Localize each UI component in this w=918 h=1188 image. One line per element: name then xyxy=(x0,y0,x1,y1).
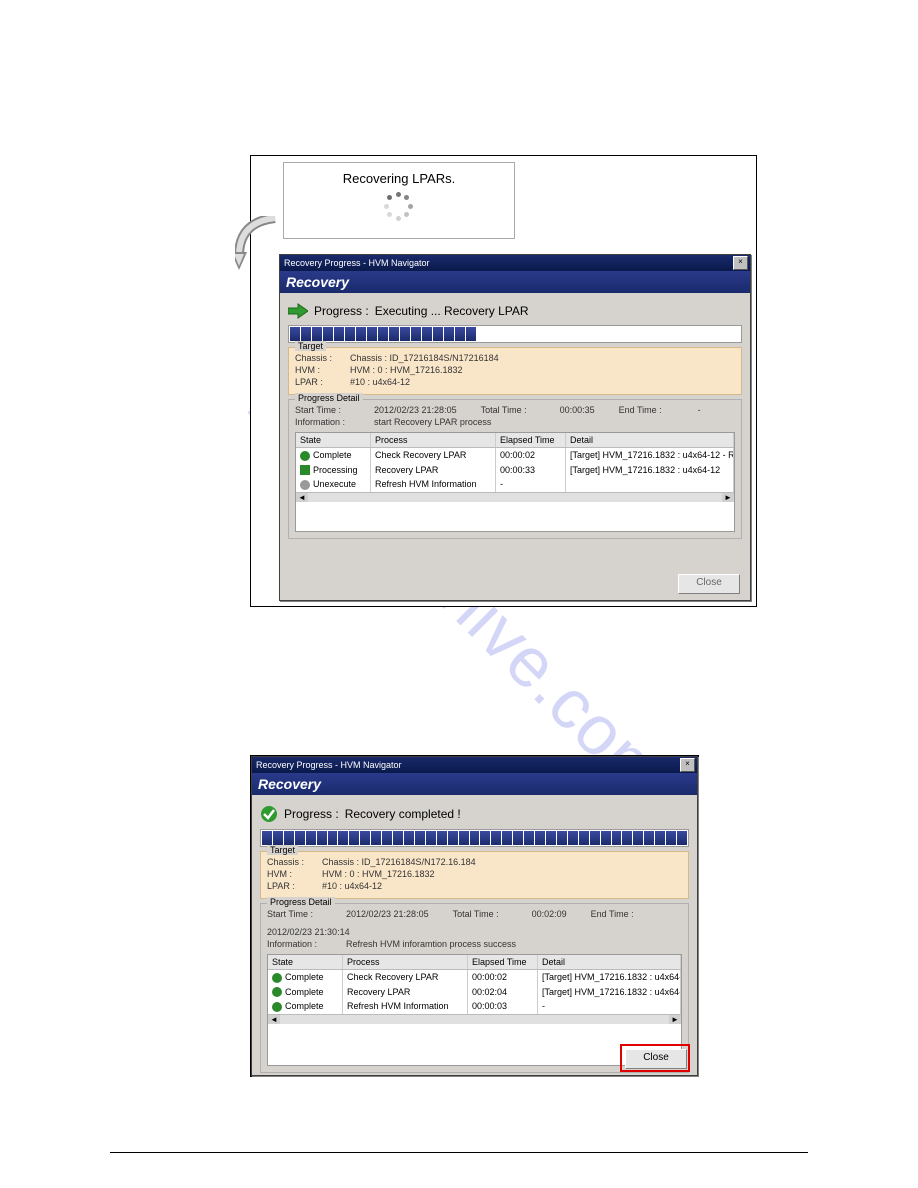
total-time-key: Total Time : xyxy=(453,909,508,919)
start-time-key: Start Time : xyxy=(267,909,322,919)
close-button: Close xyxy=(678,574,740,594)
chassis-value: Chassis : ID_17216184S/N17216184 xyxy=(350,353,499,363)
close-window-icon[interactable]: × xyxy=(680,758,695,772)
table-row[interactable]: CompleteCheck Recovery LPAR00:00:02[Targ… xyxy=(268,970,681,985)
target-legend: Target xyxy=(267,845,298,855)
flow-arrow-icon xyxy=(235,216,283,276)
total-time-key: Total Time : xyxy=(481,405,536,415)
end-time-key: End Time : xyxy=(619,405,674,415)
status-text: Recovery completed ! xyxy=(345,807,461,821)
col-process[interactable]: Process xyxy=(371,433,496,447)
start-time-value: 2012/02/23 21:28:05 xyxy=(374,405,457,415)
loading-dialog: Recovering LPARs. xyxy=(283,162,515,239)
figure-completed: Recovery Progress - HVM Navigator × Reco… xyxy=(250,755,699,1077)
progress-table: State Process Elapsed Time Detail Comple… xyxy=(267,954,682,1066)
loading-text: Recovering LPARs. xyxy=(284,171,514,186)
state-icon xyxy=(300,465,310,475)
figure-executing: Recovering LPARs. Recovery Progress - HV… xyxy=(250,155,757,607)
lpar-value: #10 : u4x64-12 xyxy=(350,377,410,387)
col-elapsed[interactable]: Elapsed Time xyxy=(496,433,566,447)
table-row[interactable]: ProcessingRecovery LPAR00:00:33[Target] … xyxy=(296,463,734,478)
banner-title: Recovery xyxy=(280,271,750,293)
spinner-icon xyxy=(384,192,414,222)
info-key: Information : xyxy=(267,939,322,949)
footer-divider xyxy=(110,1152,808,1153)
state-icon xyxy=(300,451,310,461)
hvm-key: HVM : xyxy=(267,869,322,879)
chassis-value: Chassis : ID_17216184S/N172.16.184 xyxy=(322,857,476,867)
target-legend: Target xyxy=(295,341,326,351)
target-group: Target Chassis :Chassis : ID_17216184S/N… xyxy=(260,851,689,899)
col-state[interactable]: State xyxy=(268,955,343,969)
completed-check-icon xyxy=(260,805,278,823)
end-time-value: - xyxy=(698,405,701,415)
table-row[interactable]: CompleteCheck Recovery LPAR00:00:02[Targ… xyxy=(296,448,734,463)
status-label: Progress : xyxy=(284,807,339,821)
state-icon xyxy=(272,973,282,983)
close-button[interactable]: Close xyxy=(625,1049,687,1069)
lpar-key: LPAR : xyxy=(295,377,350,387)
close-window-icon[interactable]: × xyxy=(733,256,748,270)
horizontal-scrollbar[interactable]: ◄► xyxy=(296,492,734,502)
recovery-progress-window-completed: Recovery Progress - HVM Navigator × Reco… xyxy=(251,756,698,1076)
info-key: Information : xyxy=(295,417,350,427)
chassis-key: Chassis : xyxy=(295,353,350,363)
window-title: Recovery Progress - HVM Navigator xyxy=(256,757,402,773)
progress-bar xyxy=(288,325,742,343)
col-state[interactable]: State xyxy=(296,433,371,447)
progress-bar xyxy=(260,829,689,847)
state-icon xyxy=(300,480,310,490)
recovery-progress-window-executing: Recovery Progress - HVM Navigator × Reco… xyxy=(279,254,751,601)
lpar-value: #10 : u4x64-12 xyxy=(322,881,382,891)
col-elapsed[interactable]: Elapsed Time xyxy=(468,955,538,969)
status-label: Progress : xyxy=(314,304,369,318)
titlebar[interactable]: Recovery Progress - HVM Navigator × xyxy=(252,757,697,773)
progress-detail-group: Progress Detail Start Time : 2012/02/23 … xyxy=(260,903,689,1073)
hvm-value: HVM : 0 : HVM_17216.1832 xyxy=(350,365,463,375)
executing-arrow-icon xyxy=(288,303,308,319)
table-row[interactable]: CompleteRefresh HVM Information00:00:03- xyxy=(268,999,681,1014)
progress-table: State Process Elapsed Time Detail Comple… xyxy=(295,432,735,532)
info-value: start Recovery LPAR process xyxy=(374,417,491,427)
window-title: Recovery Progress - HVM Navigator xyxy=(284,255,430,271)
table-row[interactable]: UnexecuteRefresh HVM Information- xyxy=(296,477,734,492)
progress-detail-group: Progress Detail Start Time : 2012/02/23 … xyxy=(288,399,742,539)
end-time-key: End Time : xyxy=(591,909,646,919)
total-time-value: 00:00:35 xyxy=(560,405,595,415)
detail-legend: Progress Detail xyxy=(295,393,363,403)
horizontal-scrollbar[interactable]: ◄► xyxy=(268,1014,681,1024)
start-time-value: 2012/02/23 21:28:05 xyxy=(346,909,429,919)
detail-legend: Progress Detail xyxy=(267,897,335,907)
col-detail[interactable]: Detail xyxy=(566,433,734,447)
col-detail[interactable]: Detail xyxy=(538,955,681,969)
titlebar[interactable]: Recovery Progress - HVM Navigator × xyxy=(280,255,750,271)
hvm-value: HVM : 0 : HVM_17216.1832 xyxy=(322,869,435,879)
lpar-key: LPAR : xyxy=(267,881,322,891)
state-icon xyxy=(272,987,282,997)
end-time-value: 2012/02/23 21:30:14 xyxy=(267,927,350,937)
hvm-key: HVM : xyxy=(295,365,350,375)
col-process[interactable]: Process xyxy=(343,955,468,969)
total-time-value: 00:02:09 xyxy=(532,909,567,919)
table-row[interactable]: CompleteRecovery LPAR00:02:04[Target] HV… xyxy=(268,985,681,1000)
state-icon xyxy=(272,1002,282,1012)
info-value: Refresh HVM inforamtion process success xyxy=(346,939,516,949)
banner-title: Recovery xyxy=(252,773,697,795)
target-group: Target Chassis :Chassis : ID_17216184S/N… xyxy=(288,347,742,395)
start-time-key: Start Time : xyxy=(295,405,350,415)
status-text: Executing ... Recovery LPAR xyxy=(375,304,529,318)
chassis-key: Chassis : xyxy=(267,857,322,867)
